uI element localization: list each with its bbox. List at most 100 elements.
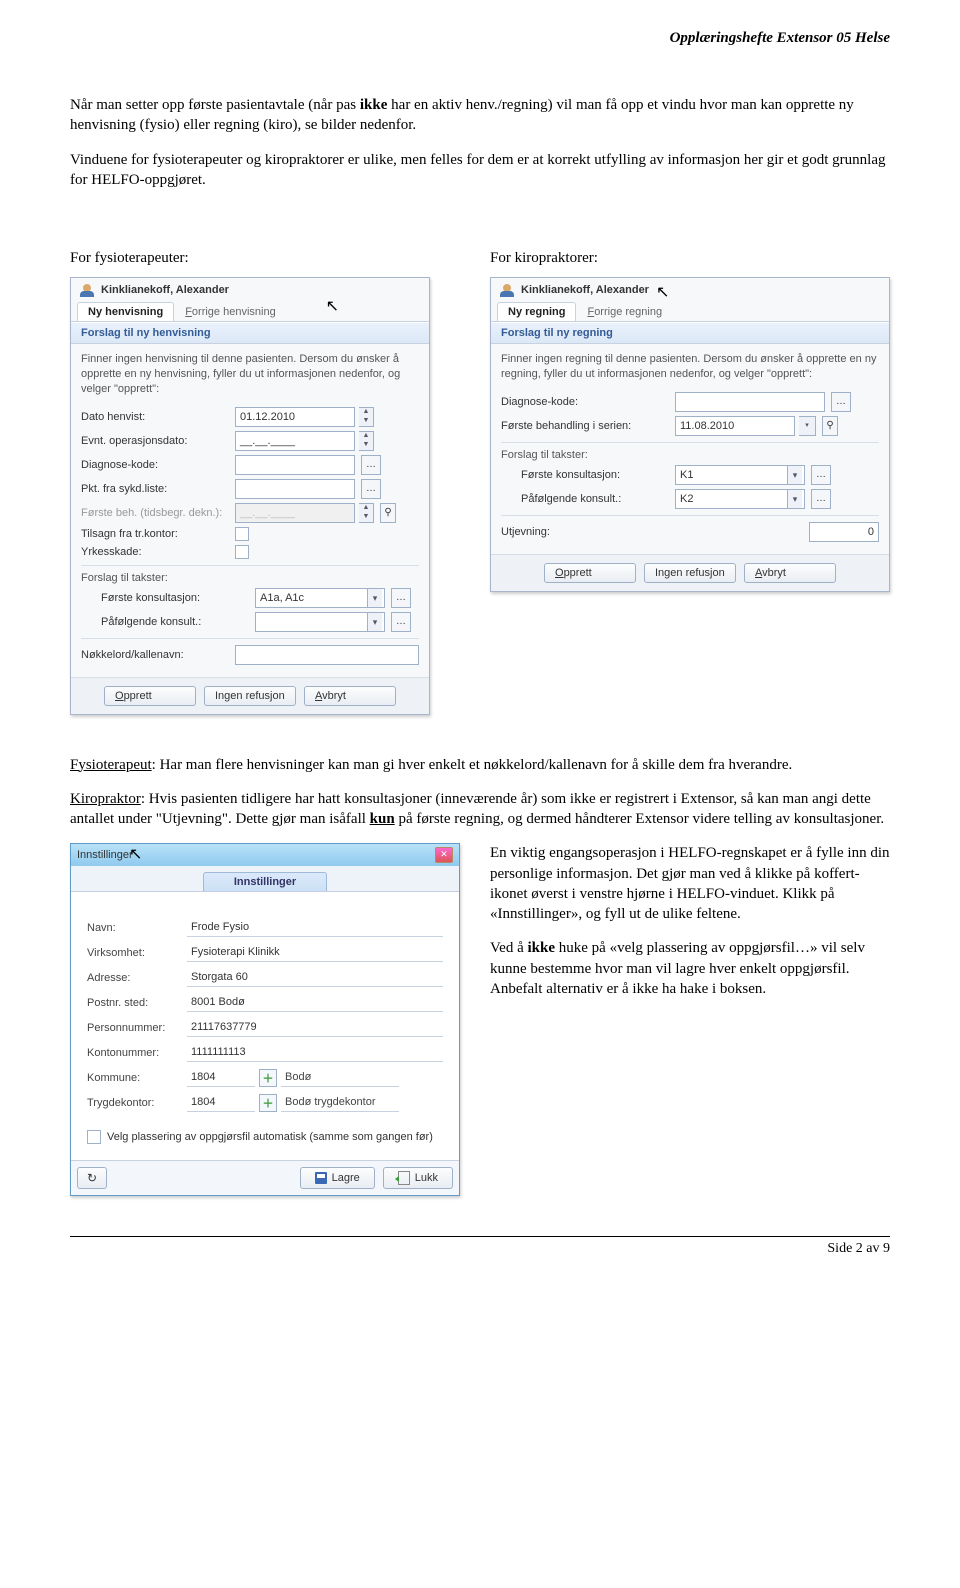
browse-button[interactable]: … xyxy=(811,489,831,509)
label-kontonummer: Kontonummer: xyxy=(87,1047,187,1059)
input-pkt-syk[interactable] xyxy=(235,479,355,499)
checkbox-yrkes[interactable] xyxy=(235,545,249,559)
refresh-icon[interactable]: ↻ xyxy=(77,1167,107,1189)
avbryt-button[interactable]: AvbrytAvbryt xyxy=(304,686,396,706)
kiro-note: Finner ingen regning til denne pasienten… xyxy=(501,352,879,382)
label-plassering: Velg plassering av oppgjørsfil automatis… xyxy=(107,1131,433,1143)
page-header: Opplæringshefte Extensor 05 Helse xyxy=(70,30,890,47)
tab-ny-henvisning[interactable]: Ny henvisning xyxy=(77,302,174,321)
intro-para-2: Vinduene for fysioterapeuter og kiroprak… xyxy=(70,150,890,191)
checkbox-plassering[interactable] xyxy=(87,1130,101,1144)
tab-forrige-regning[interactable]: Forrige regningForrige regning xyxy=(576,302,673,321)
input-diagnose-kode[interactable] xyxy=(235,455,355,475)
input-personnummer[interactable]: 21117637779 xyxy=(187,1018,443,1037)
text-underline: Fysioterapeut xyxy=(70,757,152,773)
input-adresse[interactable]: Storgata 60 xyxy=(187,968,443,987)
checkbox-tilsagn[interactable] xyxy=(235,527,249,541)
text: på første regning, og dermed håndterer E… xyxy=(395,811,884,827)
label-forste-konsult: Første konsultasjon: xyxy=(81,592,251,604)
input-navn[interactable]: Frode Fysio xyxy=(187,918,443,937)
person-icon xyxy=(79,282,95,298)
text: : Har man flere henvisninger kan man gi … xyxy=(152,757,793,773)
pin-icon[interactable]: ⚲ xyxy=(822,416,838,436)
label-navn: Navn: xyxy=(87,922,187,934)
input-nokkelord[interactable] xyxy=(235,645,419,665)
tab-forrige-henvisning[interactable]: FForrige henvisningorrige henvisning xyxy=(174,302,287,321)
disk-icon xyxy=(315,1172,327,1184)
dropdown-pafolg-konsult[interactable] xyxy=(255,612,385,632)
avbryt-button[interactable]: AvbrytAvbryt xyxy=(744,563,836,583)
label-kommune: Kommune: xyxy=(87,1072,187,1084)
fysio-note: Finner ingen henvisning til denne pasien… xyxy=(81,352,419,397)
input-trygdekontor-navn[interactable]: Bodø trygdekontor xyxy=(281,1093,399,1112)
close-icon[interactable]: ✕ xyxy=(435,847,453,863)
label-forslag-takster: Forslag til takster: xyxy=(501,449,879,461)
input-diagnose-kode[interactable] xyxy=(675,392,825,412)
input-virksomhet[interactable]: Fysioterapi Klinikk xyxy=(187,943,443,962)
browse-button[interactable]: … xyxy=(391,612,411,632)
input-kommune[interactable]: 1804 xyxy=(187,1068,255,1087)
lagre-button[interactable]: Lagre xyxy=(300,1167,375,1189)
input-forste-beh-serien[interactable]: 11.08.2010 xyxy=(675,416,795,436)
spinner[interactable]: ▲▼ xyxy=(359,407,374,427)
input-kommune-navn[interactable]: Bodø xyxy=(281,1068,399,1087)
browse-button[interactable]: … xyxy=(361,479,381,499)
label-diagnose-kode: Diagnose-kode: xyxy=(81,459,231,471)
browse-button[interactable]: … xyxy=(811,465,831,485)
fysio-window: Kinklianekoff, Alexander ↖ Ny henvisning… xyxy=(70,277,430,715)
dropdown-forste-konsult[interactable]: K1 xyxy=(675,465,805,485)
add-button[interactable]: ＋ xyxy=(259,1094,277,1112)
label-yrkesskade: Yrkesskade: xyxy=(81,546,231,558)
opprett-button[interactable]: OpprettOpprett xyxy=(544,563,636,583)
person-icon xyxy=(499,282,515,298)
label-forste-konsult: Første konsultasjon: xyxy=(501,469,671,481)
ingen-refusjon-button[interactable]: Ingen refusjon xyxy=(204,686,296,706)
tab-label: FForrige henvisningorrige henvisning xyxy=(185,306,276,318)
label-postnr: Postnr. sted: xyxy=(87,997,187,1009)
label-adresse: Adresse: xyxy=(87,972,187,984)
ingen-refusjon-button[interactable]: Ingen refusjon xyxy=(644,563,736,583)
input-evnt-op[interactable]: __.__.____ xyxy=(235,431,355,451)
label-diagnose-kode: Diagnose-kode: xyxy=(501,396,671,408)
label-evnt-op: Evnt. operasjonsdato: xyxy=(81,435,231,447)
label-nokkelord: Nøkkelord/kallenavn: xyxy=(81,649,231,661)
tab-innstillinger[interactable]: Innstillinger xyxy=(203,872,327,891)
page-footer: Side 2 av 9 xyxy=(70,1236,890,1257)
patient-name: Kinklianekoff, Alexander xyxy=(521,284,649,296)
middle-para-fysio: Fysioterapeut: Har man flere henvisninge… xyxy=(70,755,890,775)
label-forste-beh-serien: Første behandling i serien: xyxy=(501,420,671,432)
browse-button[interactable]: … xyxy=(831,392,851,412)
door-icon xyxy=(398,1171,410,1185)
input-trygdekontor[interactable]: 1804 xyxy=(187,1093,255,1112)
tab-ny-regning[interactable]: Ny regning xyxy=(497,302,576,321)
text-bold-underline: kun xyxy=(370,811,395,827)
input-forste-beh: __.__.____ xyxy=(235,503,355,523)
patient-name: Kinklianekoff, Alexander xyxy=(101,284,229,296)
label-virksomhet: Virksomhet: xyxy=(87,947,187,959)
label-pafolg-konsult: Påfølgende konsult.: xyxy=(501,493,671,505)
opprett-button[interactable]: OpprettOpprett xyxy=(104,686,196,706)
text: Ved å xyxy=(490,940,528,956)
kiro-window: Kinklianekoff, Alexander ↖ Ny regning Fo… xyxy=(490,277,890,592)
btn-label: pprett xyxy=(124,690,152,702)
browse-button[interactable]: … xyxy=(391,588,411,608)
spinner[interactable]: ▲▼ xyxy=(359,431,374,451)
input-dato-henvist[interactable]: 01.12.2010 xyxy=(235,407,355,427)
date-dropdown[interactable]: ▾ xyxy=(799,416,816,436)
dropdown-forste-konsult[interactable]: A1a, A1c xyxy=(255,588,385,608)
input-utjevning[interactable]: 0 xyxy=(809,522,879,542)
label-pkt-syk: Pkt. fra sykd.liste: xyxy=(81,483,231,495)
dropdown-pafolg-konsult[interactable]: K2 xyxy=(675,489,805,509)
strip-forslag: Forslag til ny regning xyxy=(491,322,889,344)
input-postnr[interactable]: 8001 Bodø xyxy=(187,993,443,1012)
browse-button[interactable]: … xyxy=(361,455,381,475)
input-kontonummer[interactable]: 1111111113 xyxy=(187,1043,443,1062)
btn-label: Lukk xyxy=(415,1172,438,1184)
label-personnummer: Personnummer: xyxy=(87,1022,187,1034)
add-button[interactable]: ＋ xyxy=(259,1069,277,1087)
pin-icon[interactable]: ⚲ xyxy=(380,503,396,523)
label-pafolg-konsult: Påfølgende konsult.: xyxy=(81,616,251,628)
lukk-button[interactable]: Lukk xyxy=(383,1167,453,1189)
label-trygdekontor: Trygdekontor: xyxy=(87,1097,187,1109)
btn-label: Lagre xyxy=(332,1172,360,1184)
